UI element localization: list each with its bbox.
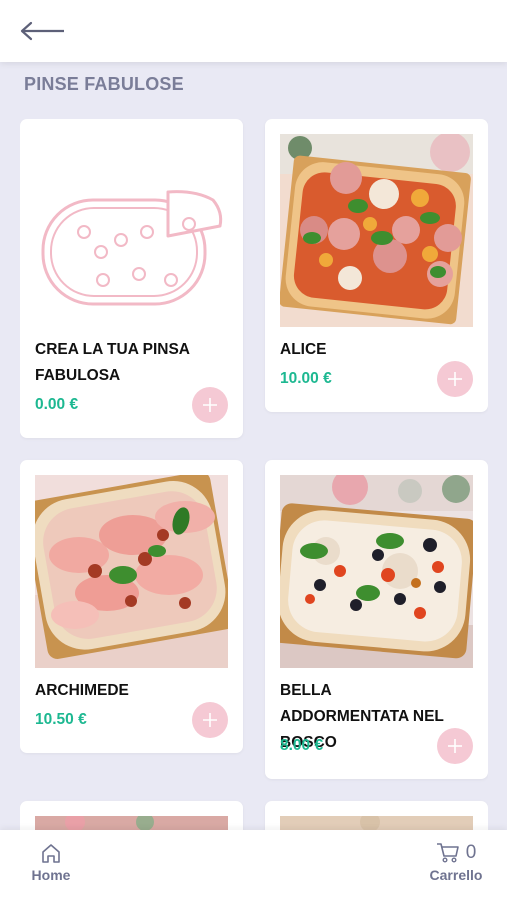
product-image-archimede: [35, 475, 228, 668]
plus-icon: [448, 372, 462, 386]
product-image-alice: [280, 134, 473, 327]
product-name: ARCHIMEDE: [35, 682, 129, 699]
bottom-navigation: Home 0 Carrello: [0, 830, 507, 900]
cart-icon: [436, 843, 459, 863]
top-header: [0, 0, 507, 62]
product-price: 10.00 €: [280, 370, 332, 387]
product-price: 0.00 €: [35, 396, 79, 413]
plus-icon: [448, 739, 462, 753]
plus-icon: [203, 398, 217, 412]
product-grid: CREA LA TUA PINSA FABULOSA 0.00 € ALICE …: [20, 119, 488, 834]
home-icon: [42, 844, 60, 863]
product-card-bella-addormentata[interactable]: BELLA ADDORMENTATA NEL BOSCO 8.00 €: [265, 460, 488, 779]
product-price: 10.50 €: [35, 711, 87, 728]
nav-home[interactable]: Home: [28, 842, 74, 883]
arrow-left-icon: [20, 21, 64, 41]
back-button[interactable]: [18, 16, 68, 46]
nav-home-label: Home: [31, 867, 71, 883]
product-card-archimede[interactable]: ARCHIMEDE 10.50 €: [20, 460, 243, 753]
nav-cart[interactable]: 0 Carrello: [428, 842, 484, 883]
section-title: PINSE FABULOSE: [24, 74, 184, 94]
add-to-cart-button[interactable]: [437, 361, 473, 397]
nav-cart-label: Carrello: [429, 867, 483, 883]
add-to-cart-button[interactable]: [192, 702, 228, 738]
product-image-bella-addormentata: [280, 475, 473, 668]
cart-count: 0: [465, 842, 477, 863]
product-name: CREA LA TUA PINSA FABULOSA: [35, 341, 190, 384]
product-card-alice[interactable]: ALICE 10.00 €: [265, 119, 488, 412]
add-to-cart-button[interactable]: [437, 728, 473, 764]
product-price: 8.00 €: [280, 737, 324, 754]
product-name: ALICE: [280, 341, 327, 358]
product-card-crea-la-tua-pinsa[interactable]: CREA LA TUA PINSA FABULOSA 0.00 €: [20, 119, 243, 438]
plus-icon: [203, 713, 217, 727]
add-to-cart-button[interactable]: [192, 387, 228, 423]
pinsa-outline-illustration: [35, 134, 228, 327]
